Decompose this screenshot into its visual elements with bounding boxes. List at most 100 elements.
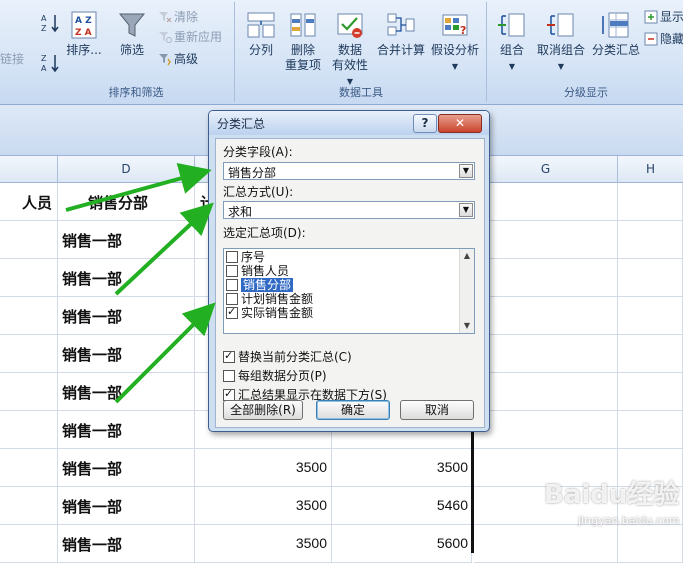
data-validation-icon	[337, 13, 363, 38]
cell[interactable]	[618, 183, 683, 221]
advanced-filter-label: 高级	[174, 52, 199, 66]
list-item[interactable]: 销售分部	[226, 278, 458, 292]
show-detail-label: 显示	[660, 10, 683, 24]
remove-duplicates-icon	[290, 13, 316, 37]
chevron-down-icon[interactable]: ▼	[459, 164, 473, 178]
svg-text:Z: Z	[41, 54, 47, 63]
hide-detail-button[interactable]: 隐藏	[644, 30, 683, 48]
function-select[interactable]: 求和 ▼	[223, 201, 475, 219]
cell[interactable]	[474, 297, 618, 335]
column-header-g[interactable]: G	[474, 156, 618, 183]
ungroup-button[interactable]: 取消组合 ▼	[532, 10, 590, 74]
sort-ascending-button[interactable]: A Z	[40, 12, 62, 38]
cell[interactable]	[0, 411, 58, 449]
ungroup-icon	[547, 13, 574, 37]
list-scrollbar[interactable]: ▲ ▼	[459, 249, 474, 333]
checkbox[interactable]	[226, 265, 238, 277]
group-by-value: 销售分部	[228, 166, 277, 180]
svg-text:A Z: A Z	[75, 16, 92, 26]
cell[interactable]	[0, 335, 58, 373]
cell[interactable]	[0, 449, 58, 487]
ok-button[interactable]: 确定	[316, 400, 390, 420]
cell[interactable]	[618, 373, 683, 411]
cell-actual-amount: 3500	[436, 459, 468, 475]
show-detail-button[interactable]: 显示	[644, 8, 683, 26]
funnel-icon	[118, 13, 146, 37]
checkbox[interactable]	[226, 305, 238, 319]
page-break-option[interactable]: 每组数据分页(P)	[223, 367, 327, 384]
data-validation-label-2: 有效性	[331, 58, 368, 72]
cell-actual-amount: 5460	[436, 497, 468, 513]
cell[interactable]	[618, 297, 683, 335]
cell[interactable]	[0, 297, 58, 335]
checkbox[interactable]	[226, 279, 238, 291]
sort-descending-button[interactable]: Z A	[40, 52, 62, 78]
cell[interactable]	[618, 335, 683, 373]
what-if-analysis-button[interactable]: ? 假设分析 ▼	[428, 10, 482, 74]
cell[interactable]	[474, 183, 618, 221]
clear-filter-button[interactable]: 清除	[158, 8, 198, 26]
list-item[interactable]: 序号	[226, 250, 458, 264]
ungroup-label: 取消组合	[536, 43, 585, 57]
cell-sales-branch: 销售一部	[62, 536, 123, 554]
remove-duplicates-button[interactable]: 删除 重复项	[282, 10, 324, 73]
text-to-columns-button[interactable]: 分列	[242, 10, 280, 58]
cell[interactable]	[618, 221, 683, 259]
column-header-h[interactable]: H	[618, 156, 683, 183]
list-item[interactable]: 销售人员	[226, 264, 458, 278]
cell[interactable]	[0, 487, 58, 525]
close-button[interactable]: ✕	[438, 114, 482, 133]
checkbox[interactable]	[226, 251, 238, 263]
data-tools-group-label: 数据工具	[339, 86, 383, 99]
column-header-d[interactable]: D	[58, 156, 195, 183]
data-validation-button[interactable]: 数据 有效性 ▼	[328, 10, 372, 89]
chevron-down-icon[interactable]: ▼	[459, 203, 473, 217]
replace-current-checkbox[interactable]	[223, 349, 235, 363]
page-break-checkbox[interactable]	[223, 370, 235, 382]
group-button[interactable]: 组合 ▼	[494, 10, 530, 74]
column-header-c[interactable]	[0, 156, 58, 183]
consolidate-button[interactable]: 合并计算	[374, 10, 428, 58]
hide-detail-icon	[644, 32, 658, 46]
cell[interactable]	[474, 335, 618, 373]
cell[interactable]	[0, 525, 58, 563]
subtotal-items-list[interactable]: 序号 销售人员 销售分部 计划销售金额 实际销售金额 ▲ ▼	[223, 248, 475, 334]
sort-button[interactable]: A Z Z A 排序...	[64, 10, 104, 58]
cell-plan-amount: 3500	[295, 497, 327, 513]
list-item[interactable]: 实际销售金额	[226, 305, 458, 320]
edit-links-button[interactable]: 链接	[0, 50, 24, 68]
svg-text:Z A: Z A	[75, 28, 92, 38]
cell[interactable]	[474, 411, 618, 449]
cancel-button[interactable]: 取消	[400, 400, 474, 420]
cell[interactable]	[474, 221, 618, 259]
remove-all-button[interactable]: 全部删除(R)	[223, 400, 303, 420]
scroll-down-icon[interactable]: ▼	[460, 319, 474, 333]
group-dropdown-icon: ▼	[508, 62, 516, 71]
cell[interactable]	[618, 259, 683, 297]
cell-plan-amount: 3500	[295, 459, 327, 475]
subtotal-button[interactable]: 分类汇总	[590, 10, 642, 58]
data-validation-label-1: 数据	[337, 43, 362, 57]
cell[interactable]	[474, 259, 618, 297]
checkbox[interactable]	[226, 293, 238, 305]
clear-filter-label: 清除	[174, 10, 199, 24]
cell[interactable]	[618, 411, 683, 449]
reapply-button[interactable]: 重新应用	[158, 28, 222, 46]
group-by-select[interactable]: 销售分部 ▼	[223, 162, 475, 180]
cell[interactable]	[474, 373, 618, 411]
cell[interactable]	[0, 221, 58, 259]
replace-current-option[interactable]: 替换当前分类汇总(C)	[223, 348, 352, 365]
show-detail-icon	[644, 10, 658, 24]
cell[interactable]	[0, 373, 58, 411]
help-button[interactable]: ?	[413, 114, 437, 133]
list-item[interactable]: 计划销售金额	[226, 292, 458, 306]
filter-button[interactable]: 筛选	[114, 10, 150, 58]
cell-plan-amount: 3500	[295, 535, 327, 551]
scroll-up-icon[interactable]: ▲	[460, 249, 474, 263]
header-cell-sales-person: 人员	[21, 194, 52, 212]
sort-descending-icon: Z A	[41, 54, 59, 73]
data-tools-group: 分列 删除 重复项 数据 有效性 ▼ 合并计算 ? 假设分析 ▼ 数据工具	[236, 2, 487, 102]
dialog-titlebar[interactable]: 分类汇总 ? ✕	[209, 111, 489, 135]
cell[interactable]	[0, 259, 58, 297]
advanced-filter-button[interactable]: 高级	[158, 50, 198, 68]
